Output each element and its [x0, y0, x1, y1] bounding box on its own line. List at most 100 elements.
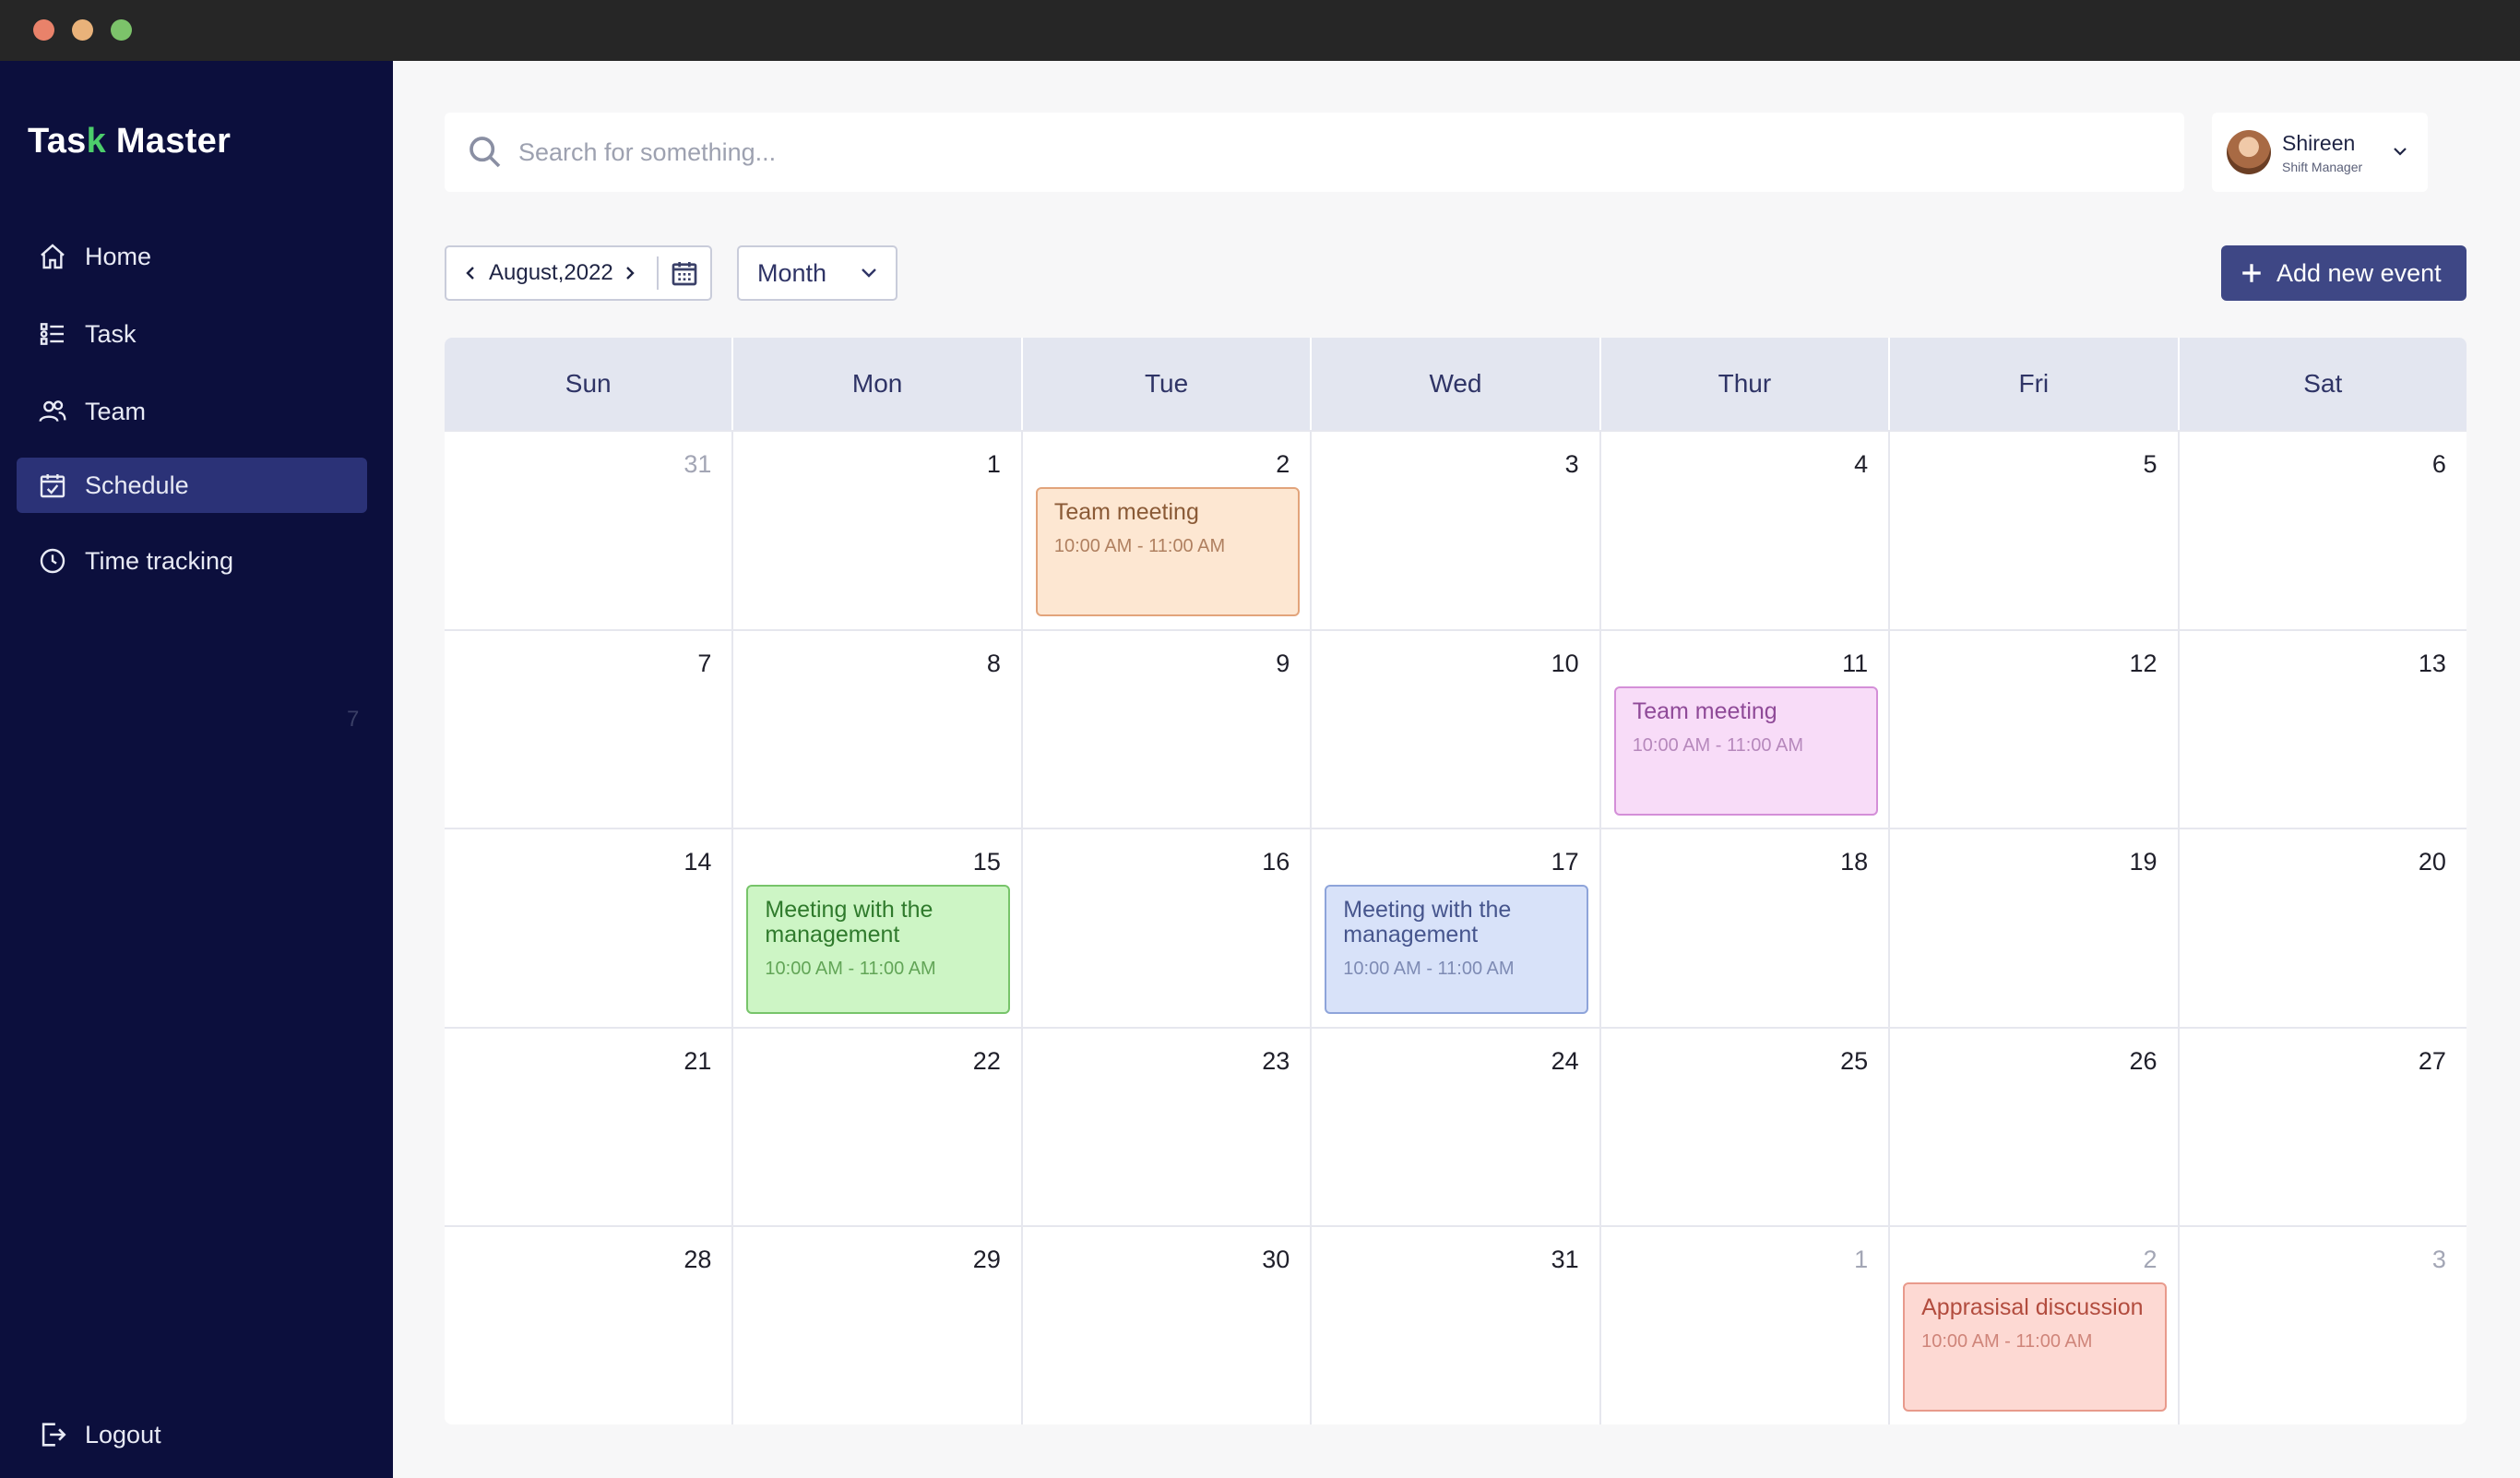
day-number: 26	[2129, 1046, 2157, 1075]
day-cell[interactable]: 20	[2180, 829, 2467, 1027]
day-cell[interactable]: 30	[1023, 1227, 1313, 1424]
day-cell[interactable]: 24	[1312, 1028, 1601, 1226]
day-cell[interactable]: 31	[1312, 1227, 1601, 1424]
event-title: Team meeting	[1632, 697, 1777, 724]
event-title: Apprasisal discussion	[1921, 1294, 2144, 1321]
day-cell[interactable]: 16	[1023, 829, 1313, 1027]
day-cell[interactable]: 3	[2180, 1227, 2467, 1424]
app-logo: Task Master	[28, 122, 232, 161]
chevron-down-icon	[862, 268, 876, 278]
day-cell[interactable]: 26	[1890, 1028, 2180, 1226]
month-calendar: Sun Mon Tue Wed Thur Fri Sat 31 1 2 Team…	[445, 338, 2467, 1424]
event-card[interactable]: Apprasisal discussion 10:00 AM - 11:00 A…	[1903, 1282, 2168, 1412]
day-cell[interactable]: 1	[733, 432, 1023, 629]
day-number: 4	[1854, 450, 1869, 478]
close-window-button[interactable]	[33, 19, 54, 41]
day-cell[interactable]: 31	[445, 432, 734, 629]
team-icon	[37, 396, 68, 427]
weekday-wed: Wed	[1312, 338, 1601, 430]
day-cell[interactable]: 12	[1890, 630, 2180, 828]
event-time: 10:00 AM - 11:00 AM	[1343, 959, 1515, 980]
sidebar-item-home[interactable]: Home	[17, 229, 367, 284]
sidebar-item-schedule[interactable]: Schedule	[17, 458, 367, 513]
add-new-event-button[interactable]: Add new event	[2221, 245, 2467, 301]
title-bar	[0, 0, 2520, 61]
day-cell[interactable]: 9	[1023, 630, 1313, 828]
sidebar-stray-number: 7	[347, 707, 360, 732]
day-cell[interactable]: 17 Meeting with the management 10:00 AM …	[1312, 829, 1601, 1027]
sidebar-item-label: Team	[85, 397, 147, 425]
event-title: Meeting with the management	[1343, 897, 1512, 948]
maximize-window-button[interactable]	[111, 19, 132, 41]
day-cell[interactable]: 8	[733, 630, 1023, 828]
event-time: 10:00 AM - 11:00 AM	[1921, 1331, 2093, 1353]
day-number: 15	[972, 848, 1001, 876]
day-number: 20	[2418, 848, 2446, 876]
month-navigator: August,2022	[445, 245, 712, 301]
event-card[interactable]: Team meeting 10:00 AM - 11:00 AM	[1613, 685, 1878, 816]
day-number: 25	[1840, 1046, 1869, 1075]
day-cell[interactable]: 2 Apprasisal discussion 10:00 AM - 11:00…	[1890, 1227, 2180, 1424]
day-cell[interactable]: 13	[2180, 631, 2467, 828]
weekday-tue: Tue	[1023, 338, 1313, 430]
view-mode-label: Month	[757, 258, 827, 287]
day-cell[interactable]: 27	[2180, 1029, 2467, 1226]
day-number: 5	[2143, 450, 2157, 478]
calendar-week: 7 8 9 10 11 Team meeting 10:00 AM - 11:0…	[445, 628, 2467, 828]
sidebar-item-team[interactable]: Team	[17, 384, 367, 439]
day-number: 16	[1262, 848, 1290, 876]
sidebar: Task Master Home Task Team Schedule Time…	[0, 61, 393, 1478]
event-time: 10:00 AM - 11:00 AM	[1053, 536, 1226, 556]
sidebar-item-task[interactable]: Task	[17, 306, 367, 362]
user-profile-menu[interactable]: Shireen Shift Manager	[2212, 113, 2428, 192]
day-number: 10	[1551, 649, 1579, 677]
day-number: 31	[1551, 1246, 1579, 1274]
day-cell[interactable]: 6	[2180, 432, 2467, 629]
chevron-right-icon[interactable]	[621, 264, 639, 282]
search-bar	[445, 113, 2184, 192]
day-cell[interactable]: 21	[445, 1028, 734, 1226]
day-cell[interactable]: 23	[1023, 1028, 1313, 1226]
day-cell[interactable]: 3	[1312, 432, 1601, 629]
day-number: 1	[986, 450, 1001, 478]
view-mode-select[interactable]: Month	[737, 245, 897, 301]
sidebar-item-label: Home	[85, 242, 152, 270]
event-time: 10:00 AM - 11:00 AM	[765, 959, 936, 980]
event-title: Team meeting	[1053, 499, 1199, 525]
day-cell[interactable]: 19	[1890, 829, 2180, 1027]
sidebar-item-time-tracking[interactable]: Time tracking	[17, 533, 367, 589]
weekday-sun: Sun	[445, 338, 734, 430]
day-cell[interactable]: 1	[1601, 1227, 1891, 1424]
day-cell[interactable]: 7	[445, 630, 734, 828]
day-cell[interactable]: 4	[1601, 432, 1891, 629]
calendar-icon[interactable]	[670, 258, 699, 288]
day-cell[interactable]: 10	[1312, 630, 1601, 828]
day-number: 13	[2418, 649, 2446, 677]
event-card[interactable]: Team meeting 10:00 AM - 11:00 AM	[1035, 487, 1300, 616]
day-number: 3	[1564, 450, 1579, 478]
chevron-left-icon[interactable]	[461, 264, 480, 282]
day-cell[interactable]: 18	[1601, 829, 1891, 1027]
search-input[interactable]	[518, 137, 2086, 167]
day-cell[interactable]: 28	[445, 1227, 734, 1424]
event-card[interactable]: Meeting with the management 10:00 AM - 1…	[1325, 885, 1589, 1015]
day-cell[interactable]: 25	[1601, 1028, 1891, 1226]
day-cell[interactable]: 2 Team meeting 10:00 AM - 11:00 AM	[1023, 432, 1313, 629]
day-cell[interactable]: 11 Team meeting 10:00 AM - 11:00 AM	[1601, 630, 1891, 828]
day-cell[interactable]: 29	[733, 1227, 1023, 1424]
event-card[interactable]: Meeting with the management 10:00 AM - 1…	[746, 885, 1011, 1015]
day-cell[interactable]: 14	[445, 829, 734, 1027]
day-cell[interactable]: 15 Meeting with the management 10:00 AM …	[733, 829, 1023, 1027]
day-cell[interactable]: 22	[733, 1028, 1023, 1226]
day-number: 6	[2431, 450, 2446, 478]
minimize-window-button[interactable]	[72, 19, 93, 41]
day-number: 11	[1842, 649, 1869, 677]
day-number: 19	[2129, 848, 2157, 876]
day-number: 22	[972, 1046, 1001, 1075]
day-number: 18	[1840, 848, 1869, 876]
logout-button[interactable]: Logout	[37, 1419, 161, 1450]
day-number: 7	[697, 649, 712, 677]
chevron-down-icon	[2394, 148, 2407, 156]
day-cell[interactable]: 5	[1890, 432, 2180, 629]
calendar-week: 14 15 Meeting with the management 10:00 …	[445, 828, 2467, 1027]
